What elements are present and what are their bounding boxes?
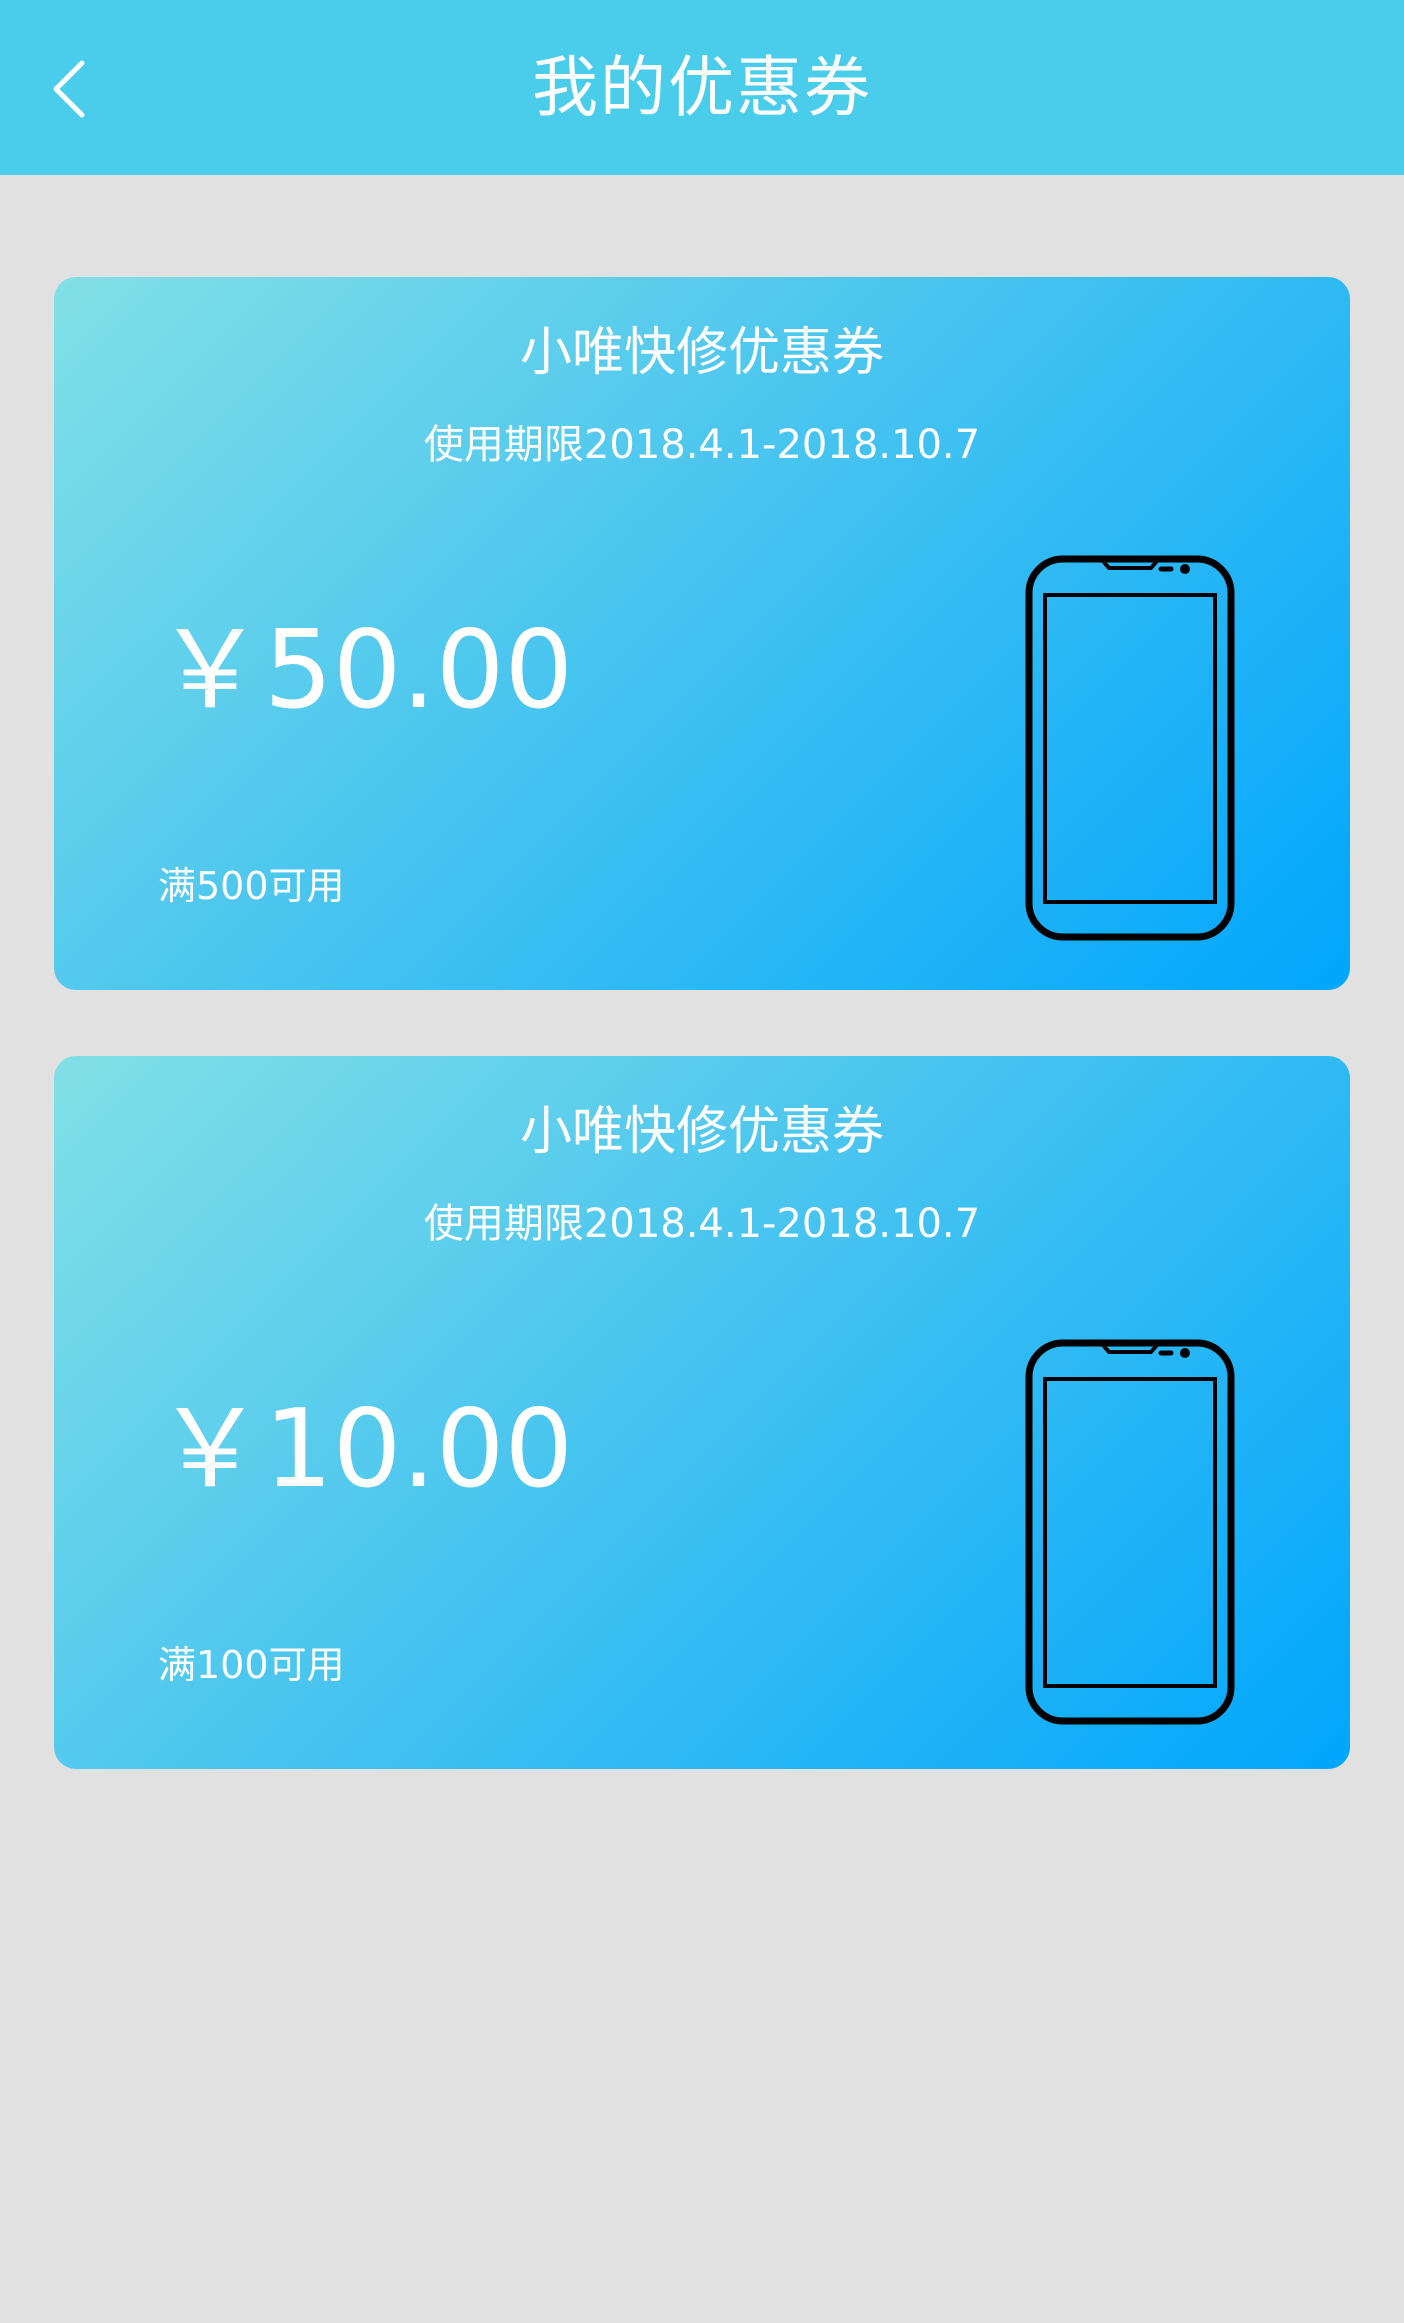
coupon-usage-condition: 满500可用 [158, 864, 345, 908]
page-title: 我的优惠券 [532, 49, 872, 126]
smartphone-icon [1025, 555, 1235, 941]
coupon-usage-condition: 满100可用 [158, 1643, 345, 1687]
coupon-amount: ￥50.00 [156, 608, 574, 733]
coupon-amount: ￥10.00 [156, 1387, 574, 1512]
coupon-card[interactable]: 小唯快修优惠券 使用期限2018.4.1-2018.10.7 ￥10.00 满1… [54, 1056, 1350, 1769]
coupon-card[interactable]: 小唯快修优惠券 使用期限2018.4.1-2018.10.7 ￥50.00 满5… [54, 277, 1350, 990]
coupon-title: 小唯快修优惠券 [519, 323, 884, 383]
coupon-validity-period: 使用期限2018.4.1-2018.10.7 [423, 422, 981, 468]
header-bar: 我的优惠券 [0, 0, 1404, 175]
coupon-validity-period: 使用期限2018.4.1-2018.10.7 [423, 1201, 981, 1247]
coupon-title: 小唯快修优惠券 [519, 1102, 884, 1162]
smartphone-icon [1025, 1339, 1235, 1725]
